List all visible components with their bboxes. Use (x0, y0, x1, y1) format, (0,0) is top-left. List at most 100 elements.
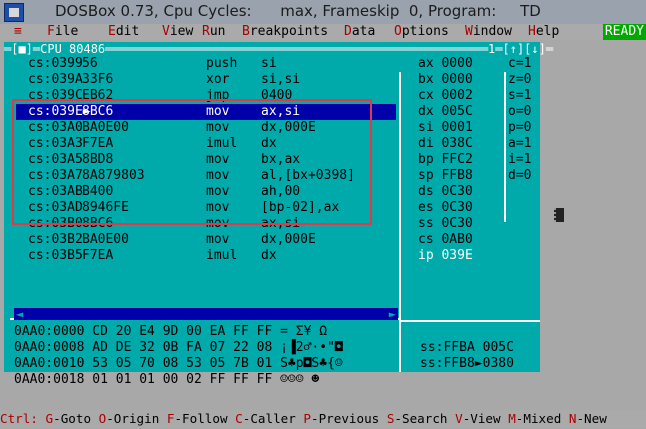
code-line[interactable]: cs:039A 33F6 xor si,si (28, 72, 300, 88)
register-di[interactable]: di 038C (418, 136, 473, 152)
hotkey-label: -Caller (242, 411, 304, 426)
flag-i[interactable]: i=1 (508, 152, 531, 168)
code-addr: cs:03B2 (28, 232, 91, 247)
menu-hotkey-letter: H (528, 24, 536, 39)
menu-item-data[interactable]: Data (344, 24, 375, 40)
cpu-panel-title: ═[■]═CPU 80486══════════════════════════… (4, 42, 554, 56)
memory-dump-row[interactable]: 0AA0:0018 01 01 01 00 02 FF FF FF ☺☺☺ ☻ (14, 372, 319, 388)
hotkey-label: -New (576, 411, 615, 426)
code-mnem: imul (206, 248, 238, 263)
code-line[interactable]: cs:0399 56 push si (28, 56, 277, 72)
menu-label: iew (169, 24, 194, 39)
hotkey-key[interactable]: C (235, 411, 243, 426)
flag-p[interactable]: p=0 (508, 120, 531, 136)
window-title-bar: DOSBox 0.73, Cpu Cycles: max, Frameskip … (0, 0, 646, 24)
menu-item-breakpoints[interactable]: Breakpoints (242, 24, 328, 40)
register-ip[interactable]: ip 039E (418, 248, 473, 264)
flag-d[interactable]: d=0 (508, 168, 531, 184)
hotkey-label (38, 411, 46, 426)
register-dx[interactable]: dx 005C (418, 104, 473, 120)
memory-dump-row[interactable]: 0AA0:0000 CD 20 E4 9D 00 EA FF FF = Σ¥ Ω (14, 324, 327, 340)
menu-hotkey-letter: W (465, 24, 473, 39)
flags-divider (504, 72, 506, 222)
menu-hotkey-letter: R (202, 24, 210, 39)
code-hex: F7EA (82, 248, 114, 263)
hotkey-label: -View (462, 411, 509, 426)
menu-label: indow (472, 24, 512, 39)
menu-label: reakpoints (249, 24, 329, 39)
menu-label: elp (535, 24, 560, 39)
flag-c[interactable]: c=1 (508, 56, 531, 72)
register-sp[interactable]: sp FFB8 (418, 168, 473, 184)
memory-dump-row[interactable]: 0AA0:0008 AD DE 32 0B FA 07 22 08 ¡▐2♂·•… (14, 340, 343, 356)
panel-divider-vertical (399, 72, 401, 372)
code-horizontal-scrollbar[interactable]: ◄ ► (14, 306, 398, 322)
register-ax[interactable]: ax 0000 (418, 56, 473, 72)
hotkey-bar: Ctrl: G-Goto O-Origin F-Follow C-Caller … (0, 410, 646, 428)
code-hex: 56 (82, 56, 98, 71)
register-ds[interactable]: ds 0C30 (418, 184, 473, 200)
menu-item-edit[interactable]: Edit (108, 24, 139, 40)
menu-item-[interactable]: ≡ (14, 24, 22, 40)
register-bp[interactable]: bp FFC2 (418, 152, 473, 168)
hotkey-key[interactable]: G (46, 411, 54, 426)
flag-a[interactable]: a=1 (508, 136, 531, 152)
register-cx[interactable]: cx 0002 (418, 88, 473, 104)
code-ops: dx (261, 248, 277, 263)
menu-hotkey-letter: V (162, 24, 170, 39)
code-addr: cs:0399 (28, 56, 91, 71)
hotkey-label: -Goto (53, 411, 99, 426)
hotkey-key[interactable]: Ctrl: (0, 411, 38, 426)
window-title: DOSBox 0.73, Cpu Cycles: max, Frameskip … (55, 2, 541, 20)
register-si[interactable]: si 0001 (418, 120, 473, 136)
flag-s[interactable]: s=1 (508, 88, 531, 104)
stack-row[interactable]: ss:FFBA 005C (420, 340, 514, 356)
code-addr: cs:039A (28, 72, 91, 87)
menu-bar: ≡ File Edit View Run Breakpoints Data Options Wi… (0, 24, 646, 40)
stack-row[interactable]: ss:FFB8►0380 (420, 356, 514, 372)
menu-hotkey-letter: O (394, 24, 402, 39)
code-line[interactable]: cs:03B2 BA0E00 mov dx,000E (28, 232, 316, 248)
code-ops: dx,000E (261, 232, 316, 247)
register-bx[interactable]: bx 0000 (418, 72, 473, 88)
hotkey-key[interactable]: P (303, 411, 311, 426)
hotkey-label: -Origin (106, 411, 167, 426)
menu-hotkey-letter: ≡ (14, 24, 22, 39)
register-cs[interactable]: cs 0AB0 (418, 232, 473, 248)
stack-divider (401, 320, 540, 322)
menu-label: dit (115, 24, 140, 39)
status-badge: READY (602, 24, 646, 40)
register-ss[interactable]: ss 0C30 (418, 216, 473, 232)
hotkey-label: -Search (394, 411, 456, 426)
code-ops: si,si (261, 72, 301, 87)
menu-hotkey-letter: D (344, 24, 352, 39)
memory-dump-row[interactable]: 0AA0:0010 53 05 70 08 53 05 7B 01 S♣p◘S♣… (14, 356, 343, 372)
code-ops: si (261, 56, 277, 71)
menu-item-help[interactable]: Help (528, 24, 559, 40)
flag-o[interactable]: o=0 (508, 104, 531, 120)
scroll-right-icon[interactable]: ► (389, 306, 396, 322)
scroll-left-icon[interactable]: ◄ (16, 306, 23, 322)
hotkey-key[interactable]: M (508, 411, 516, 426)
register-es[interactable]: es 0C30 (418, 200, 473, 216)
flag-z[interactable]: z=0 (508, 72, 531, 88)
code-hex: BA0E00 (82, 232, 129, 247)
menu-label: ile (54, 24, 79, 39)
menu-label: ptions (401, 24, 449, 39)
code-line[interactable]: cs:03B5 F7EA imul dx (28, 248, 277, 264)
code-mnem: xor (206, 72, 230, 87)
hotkey-label: -Mixed (515, 411, 569, 426)
menu-item-view[interactable]: View (162, 24, 193, 40)
menu-label: ata (351, 24, 376, 39)
menu-item-options[interactable]: Options (394, 24, 449, 40)
annotation-highlight-box (12, 99, 372, 225)
menu-item-window[interactable]: Window (465, 24, 512, 40)
code-mnem: push (206, 56, 238, 71)
menu-item-file[interactable]: File (47, 24, 78, 40)
hotkey-key[interactable]: V (455, 411, 463, 426)
dosbox-app-icon[interactable] (4, 3, 24, 22)
menu-item-run[interactable]: Run (202, 24, 225, 40)
menu-hotkey-letter: F (47, 24, 55, 39)
dos-screen: ≡ File Edit View Run Breakpoints Data Options Wi… (0, 24, 646, 429)
code-addr: cs:03B5 (28, 248, 91, 263)
